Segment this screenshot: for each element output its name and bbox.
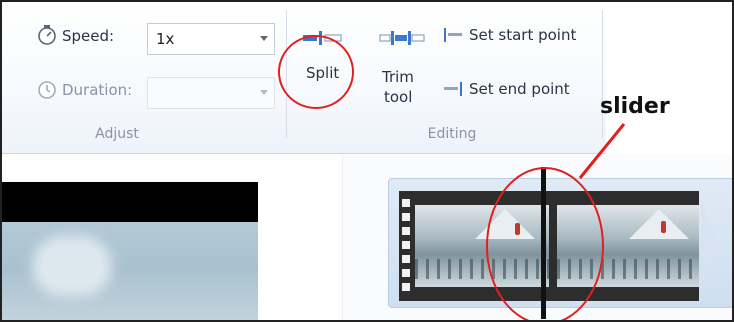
editing-group-label: Editing	[427, 126, 477, 142]
set-end-icon	[444, 82, 462, 96]
slider-annotation-label: slider	[600, 94, 670, 119]
thumbnail-detail	[629, 209, 689, 239]
clip-end-arrow	[701, 201, 717, 285]
trim-tool-icon	[379, 31, 425, 45]
preview-highlight	[32, 236, 112, 296]
trim-label-line2: tool	[384, 88, 413, 106]
speed-dropdown[interactable]: 1x	[147, 23, 275, 55]
sprocket-hole	[402, 269, 410, 277]
set-end-point-button[interactable]: Set end point	[442, 76, 602, 102]
sprocket-hole	[402, 199, 410, 207]
speed-label: Speed:	[62, 27, 115, 45]
trim-tool-button[interactable]: Trim tool	[374, 20, 432, 130]
adjust-group-label: Adjust	[95, 126, 139, 142]
sprocket-hole	[402, 241, 410, 249]
split-highlight-circle	[278, 35, 354, 109]
sprocket-hole	[402, 213, 410, 221]
chevron-down-icon	[260, 36, 268, 41]
speed-value: 1x	[156, 30, 175, 48]
speed-icon	[38, 25, 56, 45]
duration-dropdown[interactable]	[147, 77, 275, 109]
slider-highlight-circle	[486, 167, 604, 320]
set-start-point-button[interactable]: Set start point	[442, 22, 602, 48]
set-start-label: Set start point	[469, 26, 577, 44]
annotation-pointer-line	[578, 123, 626, 179]
trim-label-line1: Trim	[382, 68, 414, 86]
set-start-icon	[444, 28, 462, 42]
duration-icon	[38, 81, 56, 99]
set-end-label: Set end point	[469, 80, 570, 98]
duration-label: Duration:	[62, 81, 133, 99]
movie-maker-window: Speed: 1x Duration: Adjust Split Trim to…	[0, 0, 734, 322]
sprocket-hole	[402, 283, 410, 291]
sprocket-hole	[402, 227, 410, 235]
thumbnail-figure	[661, 221, 666, 233]
chevron-down-icon	[260, 90, 268, 95]
sprocket-hole	[402, 255, 410, 263]
preview-letterbox	[2, 182, 258, 222]
